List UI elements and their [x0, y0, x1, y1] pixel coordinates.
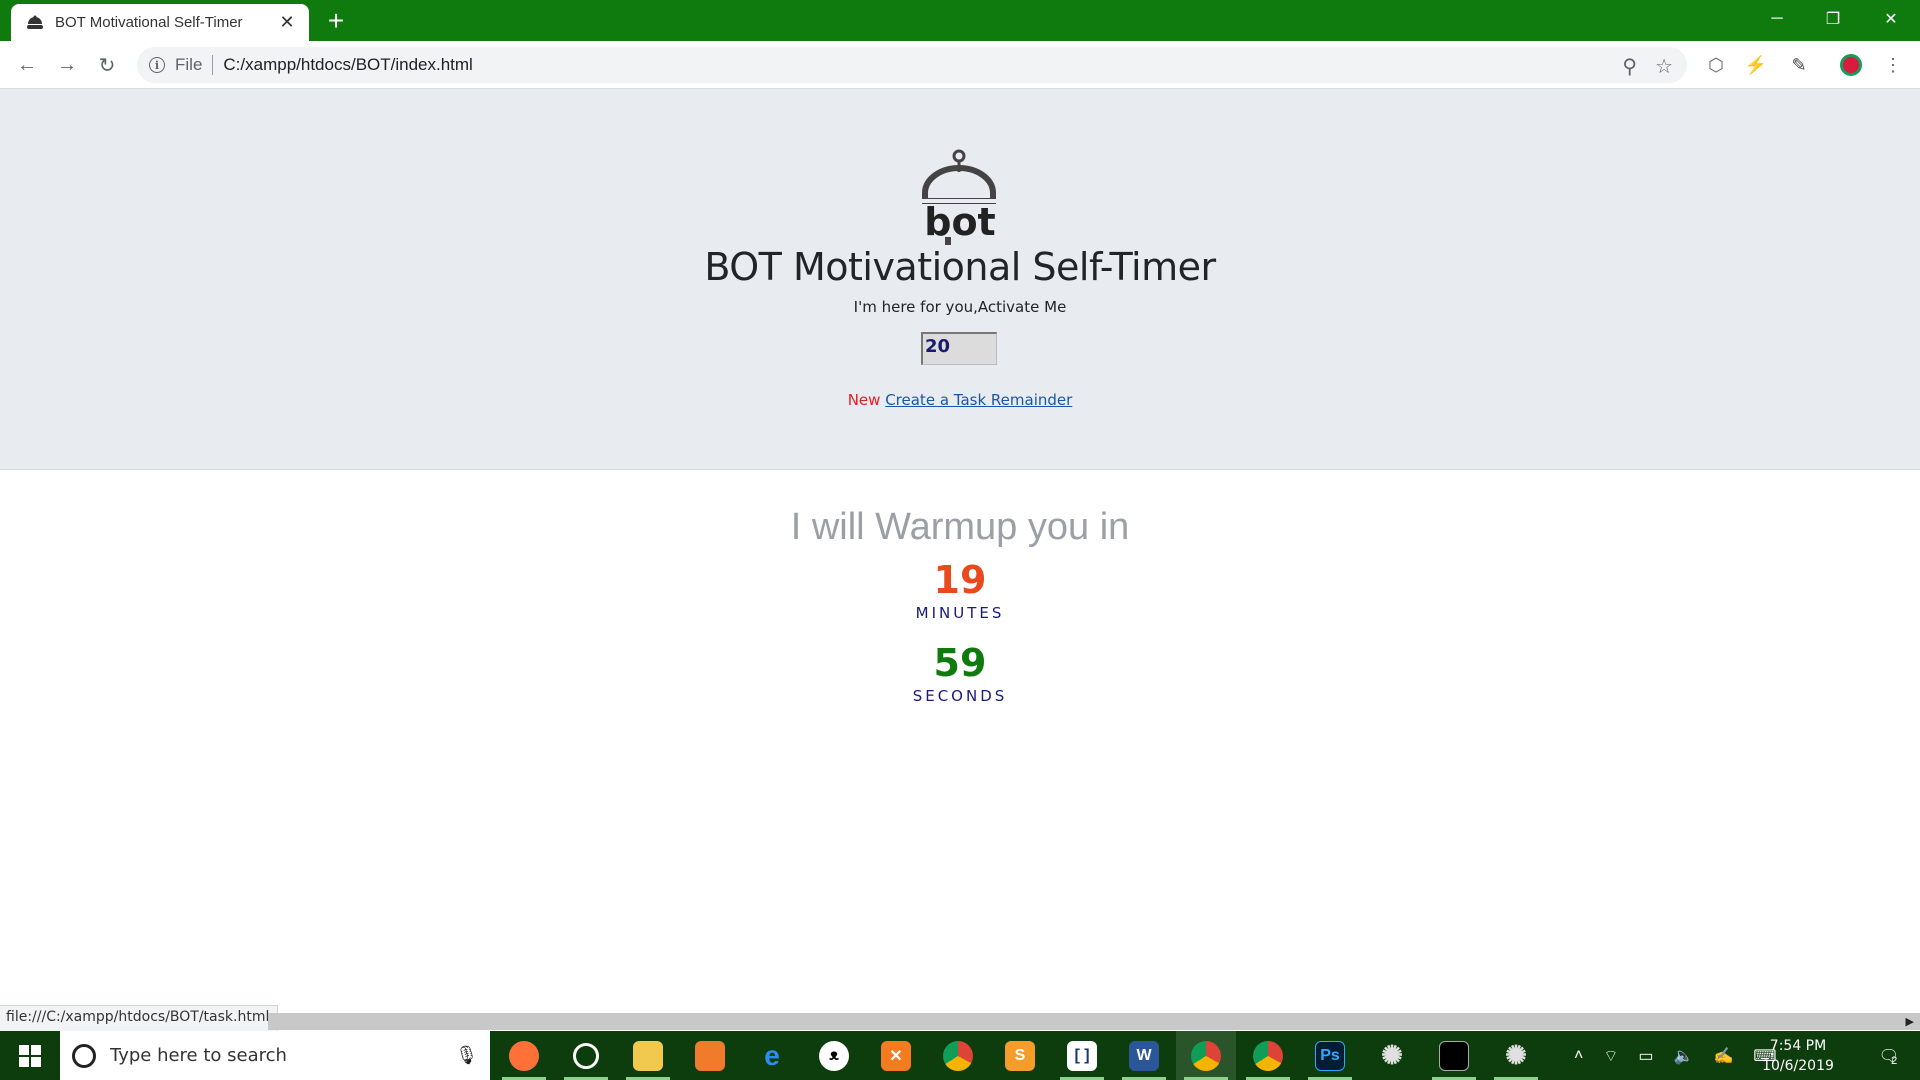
browser-title-bar: BOT Motivational Self-Timer ✕ + ─ ❐ ✕	[0, 0, 1920, 41]
spider-icon[interactable]: ✺	[1486, 1031, 1546, 1080]
notification-count: 2	[1891, 1054, 1898, 1067]
restore-window-button[interactable]: ❐	[1810, 0, 1856, 38]
create-task-link[interactable]: Create a Task Remainder	[885, 391, 1072, 409]
reload-icon[interactable]: ↻	[93, 51, 121, 79]
chrome-icon[interactable]	[1238, 1031, 1298, 1080]
link-status-bar: file:///C:/xampp/htdocs/BOT/task.html	[0, 1005, 279, 1031]
volume-icon[interactable]: 🔈	[1674, 1046, 1694, 1066]
bookmark-star-icon[interactable]: ☆	[1655, 54, 1673, 79]
clock-date: 10/6/2019	[1762, 1057, 1834, 1074]
seconds-label: SECONDS	[912, 687, 1008, 705]
hero-section: bot BOT Motivational Self-Timer I'm here…	[0, 89, 1920, 470]
task-reminder-line: New Create a Task Remainder	[0, 391, 1920, 409]
clock-time: 7:54 PM	[1769, 1037, 1827, 1054]
logo-text: bot	[924, 200, 995, 244]
firefox-icon[interactable]	[494, 1031, 554, 1080]
terminal-icon[interactable]	[1424, 1031, 1484, 1080]
spider-icon[interactable]: ✺	[1362, 1031, 1422, 1080]
chrome-icon[interactable]	[1176, 1031, 1236, 1080]
taskbar-clock[interactable]: 7:54 PM 10/6/2019	[1756, 1031, 1840, 1080]
cortana-icon[interactable]	[72, 1043, 96, 1068]
cat-icon[interactable]: ᴥ	[804, 1031, 864, 1080]
chevron-up-icon[interactable]: ˄	[1574, 1047, 1583, 1065]
word-icon[interactable]: W	[1114, 1031, 1174, 1080]
search-placeholder: Type here to search	[110, 1045, 287, 1066]
close-window-button[interactable]: ✕	[1868, 0, 1914, 38]
forward-arrow-icon[interactable]: →	[53, 51, 81, 79]
zoom-icon[interactable]: ⚲	[1622, 54, 1637, 79]
tab-title: BOT Motivational Self-Timer	[55, 14, 243, 31]
pen-icon[interactable]: ✍	[1713, 1046, 1733, 1066]
horizontal-scrollbar[interactable]: ▶	[268, 1013, 1920, 1030]
minimize-window-button[interactable]: ─	[1754, 0, 1800, 38]
system-tray: ˄ ⌔ ▭ 🔈 ✍ ⌨	[1574, 1031, 1776, 1080]
sublime-icon[interactable]: S	[990, 1031, 1050, 1080]
notification-center-button[interactable]: 🗨 2	[1868, 1031, 1908, 1080]
windows-taskbar: Type here to search 🎙 e ᴥ ✕ S [ ] W Ps ✺…	[0, 1031, 1920, 1080]
info-icon[interactable]: i	[149, 57, 165, 73]
warmup-heading: I will Warmup you in	[790, 506, 1130, 548]
app-icon[interactable]	[680, 1031, 740, 1080]
address-bar[interactable]: i File C:/xampp/htdocs/BOT/index.html ⚲ …	[137, 47, 1687, 83]
extension-cube-icon[interactable]: ⬡	[1703, 52, 1729, 78]
close-tab-icon[interactable]: ✕	[277, 12, 297, 33]
scroll-right-arrow-icon[interactable]: ▶	[1906, 1015, 1914, 1028]
extension-lightning-icon[interactable]: ⚡	[1743, 52, 1769, 78]
minutes-label: MINUTES	[915, 604, 1005, 622]
wifi-icon[interactable]: ⌔	[1603, 1046, 1618, 1066]
photoshop-icon[interactable]: Ps	[1300, 1031, 1360, 1080]
microphone-icon[interactable]: 🎙	[455, 1045, 478, 1066]
minutes-input[interactable]: 20	[921, 332, 997, 365]
page-title: BOT Motivational Self-Timer	[704, 245, 1216, 289]
obs-icon[interactable]	[556, 1031, 616, 1080]
windows-start-button[interactable]	[0, 1031, 60, 1080]
address-scheme: File	[175, 55, 214, 75]
new-badge: New	[847, 391, 881, 409]
browser-toolbar: ← → ↻ i File C:/xampp/htdocs/BOT/index.h…	[0, 41, 1920, 89]
browser-tab[interactable]: BOT Motivational Self-Timer ✕	[11, 4, 309, 41]
bracket-icon[interactable]: [ ]	[1052, 1031, 1112, 1080]
bot-logo-icon: bot	[919, 149, 1001, 245]
bot-favicon-icon	[25, 15, 45, 31]
extension-eyedropper-icon[interactable]: ✎	[1786, 52, 1812, 78]
page-subtitle: I'm here for you,Activate Me	[853, 298, 1067, 316]
back-arrow-icon[interactable]: ←	[13, 51, 41, 79]
taskbar-search-box[interactable]: Type here to search 🎙	[60, 1031, 490, 1080]
profile-avatar[interactable]	[1838, 52, 1864, 78]
chrome-icon[interactable]	[928, 1031, 988, 1080]
minutes-value: 19	[933, 558, 987, 602]
address-url[interactable]: C:/xampp/htdocs/BOT/index.html	[213, 55, 472, 75]
file-explorer-icon[interactable]	[618, 1031, 678, 1080]
edge-icon[interactable]: e	[742, 1031, 802, 1080]
windows-logo-icon	[19, 1044, 41, 1067]
new-tab-button[interactable]: +	[322, 7, 350, 35]
seconds-value: 59	[933, 641, 987, 685]
web-page: bot BOT Motivational Self-Timer I'm here…	[0, 89, 1920, 1014]
xampp-icon[interactable]: ✕	[866, 1031, 926, 1080]
chrome-menu-icon[interactable]: ⋮	[1880, 52, 1906, 78]
battery-icon[interactable]: ▭	[1638, 1046, 1653, 1066]
